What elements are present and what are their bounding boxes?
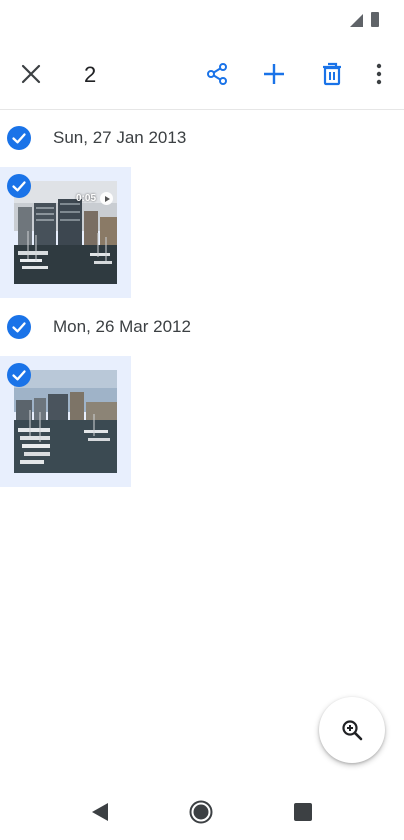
battery-icon	[371, 12, 379, 27]
share-button[interactable]	[195, 52, 239, 96]
photo-tile[interactable]	[0, 356, 131, 487]
play-icon	[100, 192, 113, 205]
date-header: Mon, 26 Mar 2012	[0, 307, 404, 347]
check-circle-icon	[7, 174, 31, 198]
delete-button[interactable]	[310, 52, 354, 96]
delete-icon	[323, 62, 341, 86]
signal-icon	[350, 14, 363, 27]
nav-home-button[interactable]	[181, 794, 221, 830]
close-selection-button[interactable]	[9, 52, 53, 96]
date-header: Sun, 27 Jan 2013	[0, 118, 404, 158]
check-circle-icon[interactable]	[7, 126, 31, 150]
status-bar	[0, 0, 404, 40]
zoom-in-icon	[342, 720, 363, 741]
selected-count: 2	[84, 62, 97, 87]
nav-home-icon	[189, 800, 213, 824]
date-label: Sun, 27 Jan 2013	[53, 128, 187, 147]
add-icon	[264, 64, 284, 84]
date-label: Mon, 26 Mar 2012	[53, 317, 191, 336]
photo-tile[interactable]: 0:05	[0, 167, 131, 298]
system-nav-bar	[0, 784, 404, 840]
check-circle-icon[interactable]	[7, 315, 31, 339]
share-icon	[207, 63, 227, 85]
video-duration: 0:05	[76, 192, 113, 205]
nav-recents-button[interactable]	[283, 794, 323, 830]
nav-back-button[interactable]	[80, 794, 120, 830]
add-to-button[interactable]	[252, 52, 296, 96]
video-duration-label: 0:05	[75, 193, 96, 204]
more-vert-icon	[376, 63, 382, 85]
zoom-button[interactable]	[319, 697, 385, 763]
nav-recents-icon	[294, 803, 312, 821]
check-circle-icon	[7, 363, 31, 387]
more-options-button[interactable]	[357, 52, 401, 96]
selection-toolbar: 2	[0, 40, 404, 110]
nav-back-icon	[92, 803, 108, 821]
close-icon	[21, 64, 41, 84]
